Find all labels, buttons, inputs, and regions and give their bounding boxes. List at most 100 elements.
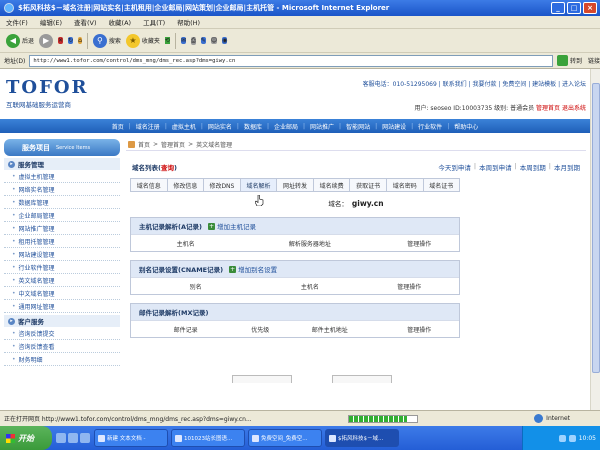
filter-month-expire[interactable]: 本月到期: [554, 162, 580, 172]
nav-realname[interactable]: 网站实名: [208, 122, 232, 131]
sidebar-item-realname[interactable]: 网络实名管理: [4, 183, 120, 196]
sidebar-item-software[interactable]: 行业软件管理: [4, 261, 120, 274]
favorites-button[interactable]: ★ 收藏夹: [125, 33, 160, 48]
site-logo[interactable]: TOFOR: [6, 77, 89, 98]
taskbar-item[interactable]: 101023站长图语...: [171, 429, 245, 447]
sidebar-category-service[interactable]: ▸ 服务管理: [4, 158, 120, 170]
category-label: 服务管理: [18, 161, 44, 169]
taskbar-item-active[interactable]: $拓风科技$－域...: [325, 429, 399, 447]
start-button[interactable]: 开始: [0, 426, 52, 450]
sidebar-item-promotion[interactable]: 网站推广管理: [4, 222, 120, 235]
qq-icon[interactable]: ◉: [222, 37, 228, 44]
forward-button[interactable]: ▶: [39, 33, 54, 48]
home-icon[interactable]: ⌂: [78, 37, 82, 44]
minimize-button[interactable]: _: [551, 2, 565, 14]
menu-help[interactable]: 帮助(H): [177, 17, 200, 27]
tab-certificate[interactable]: 域名证书: [423, 179, 460, 191]
history-icon[interactable]: ⟲: [164, 37, 170, 44]
search-button[interactable]: ⚲ 搜索: [92, 33, 121, 48]
menu-view[interactable]: 查看(V): [74, 17, 97, 27]
nav-domain[interactable]: 域名注册: [136, 122, 160, 131]
tab-get-cert[interactable]: 获取证书: [350, 179, 387, 191]
sidebar-item-database[interactable]: 数据库管理: [4, 196, 120, 209]
add-cname-button[interactable]: + 增加别名设置: [229, 264, 277, 274]
query-link[interactable]: 查询: [161, 164, 174, 172]
window-title-bar[interactable]: $拓风科技$－域名注册|网站实名|主机租用|企业邮局|网站策划|企业邮局|主机托…: [0, 0, 600, 16]
taskbar-item[interactable]: 免费空间_免费空...: [248, 429, 322, 447]
table-header: 别名 主机名 管理操作: [131, 277, 459, 294]
nav-hosting[interactable]: 虚拟主机: [172, 122, 196, 131]
quick-launch: [56, 433, 90, 443]
nav-smartsite[interactable]: 智能网站: [346, 122, 370, 131]
filter-today[interactable]: 今天到申请: [438, 162, 471, 172]
breadcrumb-home[interactable]: 首页: [138, 140, 150, 149]
close-button[interactable]: ×: [583, 2, 597, 14]
nav-promotion[interactable]: 网站推广: [310, 122, 334, 131]
sidebar-item-cn-domain[interactable]: 中文域名管理: [4, 287, 120, 300]
filter-week-expire[interactable]: 本周到期: [520, 162, 546, 172]
filter-week-apply[interactable]: 本周到申请: [479, 162, 512, 172]
print-icon[interactable]: ⎙: [190, 36, 196, 45]
mail-icon[interactable]: ✉: [180, 37, 186, 44]
address-input[interactable]: http://www1.tofor.com/control/dms_mng/dm…: [29, 54, 553, 67]
vertical-scrollbar[interactable]: [590, 69, 600, 410]
tab-edit-info[interactable]: 修改信息: [167, 179, 205, 191]
messenger-icon[interactable]: ☺: [210, 37, 218, 44]
sidebar-item-en-domain[interactable]: 英文域名管理: [4, 274, 120, 287]
site-header: TOFOR 互联网基础服务运营商 客服电话：010-51295069 | 联系我…: [0, 69, 590, 119]
tab-domain-info[interactable]: 域名信息: [131, 179, 168, 191]
nav-webbuild[interactable]: 网站建设: [382, 122, 406, 131]
sidebar-item-feedback-submit[interactable]: 咨询反馈提交: [4, 327, 120, 340]
nav-database[interactable]: 数据库: [244, 122, 262, 131]
add-a-record-button[interactable]: + 增加主机记录: [207, 221, 256, 231]
top-links[interactable]: 客服电话：010-51295069 | 联系我们 | 我要付款 | 免费空间 |…: [363, 79, 586, 88]
sidebar-item-rental[interactable]: 租用托管管理: [4, 235, 120, 248]
tab-dns-resolve[interactable]: 域名解析: [240, 179, 278, 191]
menu-file[interactable]: 文件(F): [6, 17, 28, 27]
tab-url-forward[interactable]: 网址转发: [277, 179, 314, 191]
sidebar-item-webbuild[interactable]: 网站建设管理: [4, 248, 120, 261]
tab-password[interactable]: 域名密码: [386, 179, 424, 191]
breadcrumb-admin[interactable]: 管理首页: [161, 140, 185, 149]
table-header: 邮件记录 优先级 邮件主机地址 管理操作: [131, 320, 459, 337]
expand-icon: ▸: [8, 160, 15, 168]
tray-icon[interactable]: [568, 434, 576, 442]
bottom-button-left[interactable]: [232, 375, 292, 383]
user-id: seoseo: [430, 105, 452, 112]
scrollbar-thumb[interactable]: [592, 83, 600, 373]
back-button[interactable]: ◀ 后退: [6, 33, 34, 48]
links-button[interactable]: 链接: [588, 56, 600, 65]
refresh-icon[interactable]: ↻: [68, 37, 74, 44]
sidebar-item-hosting[interactable]: 虚拟主机管理: [4, 170, 120, 183]
quick-launch-icon[interactable]: [80, 433, 90, 443]
sidebar-item-finance[interactable]: 财务明细: [4, 353, 120, 366]
nav-software[interactable]: 行业软件: [418, 122, 442, 131]
mx-record-section: 邮件记录解析(MX记录) 邮件记录 优先级 邮件主机地址 管理操作: [130, 303, 460, 338]
go-button[interactable]: 转到: [556, 55, 582, 66]
tab-renew[interactable]: 域名续费: [313, 179, 351, 191]
logout-link[interactable]: 退出系统: [562, 105, 586, 112]
quick-launch-icon[interactable]: [56, 433, 66, 443]
edit-icon[interactable]: ✎: [200, 37, 206, 44]
sidebar-header: 服务项目 Service Items: [4, 139, 120, 156]
maximize-button[interactable]: □: [567, 2, 581, 14]
tab-edit-dns[interactable]: 修改DNS: [204, 179, 241, 191]
stop-icon[interactable]: ✕: [58, 37, 64, 44]
admin-home-link[interactable]: 管理首页: [536, 105, 560, 112]
add-label: 增加别名设置: [238, 266, 278, 274]
nav-home[interactable]: 首页: [112, 122, 124, 131]
nav-help[interactable]: 帮助中心: [454, 122, 478, 131]
bottom-button-right[interactable]: [332, 375, 392, 383]
start-label: 开始: [18, 433, 34, 443]
menu-tools[interactable]: 工具(T): [143, 17, 165, 27]
tray-icon[interactable]: [558, 434, 566, 442]
menu-edit[interactable]: 编辑(E): [40, 17, 62, 27]
sidebar-category-customer[interactable]: ▸ 客户服务: [4, 315, 120, 327]
nav-email[interactable]: 企业邮局: [274, 122, 298, 131]
sidebar-item-feedback-view[interactable]: 咨询反馈查看: [4, 340, 120, 353]
menu-favorites[interactable]: 收藏(A): [109, 17, 132, 27]
quick-launch-icon[interactable]: [68, 433, 78, 443]
sidebar-item-keyword[interactable]: 通用网址管理: [4, 300, 120, 313]
taskbar-item[interactable]: 新建 文本文档 -: [94, 429, 168, 447]
sidebar-item-email[interactable]: 企业邮局管理: [4, 209, 120, 222]
